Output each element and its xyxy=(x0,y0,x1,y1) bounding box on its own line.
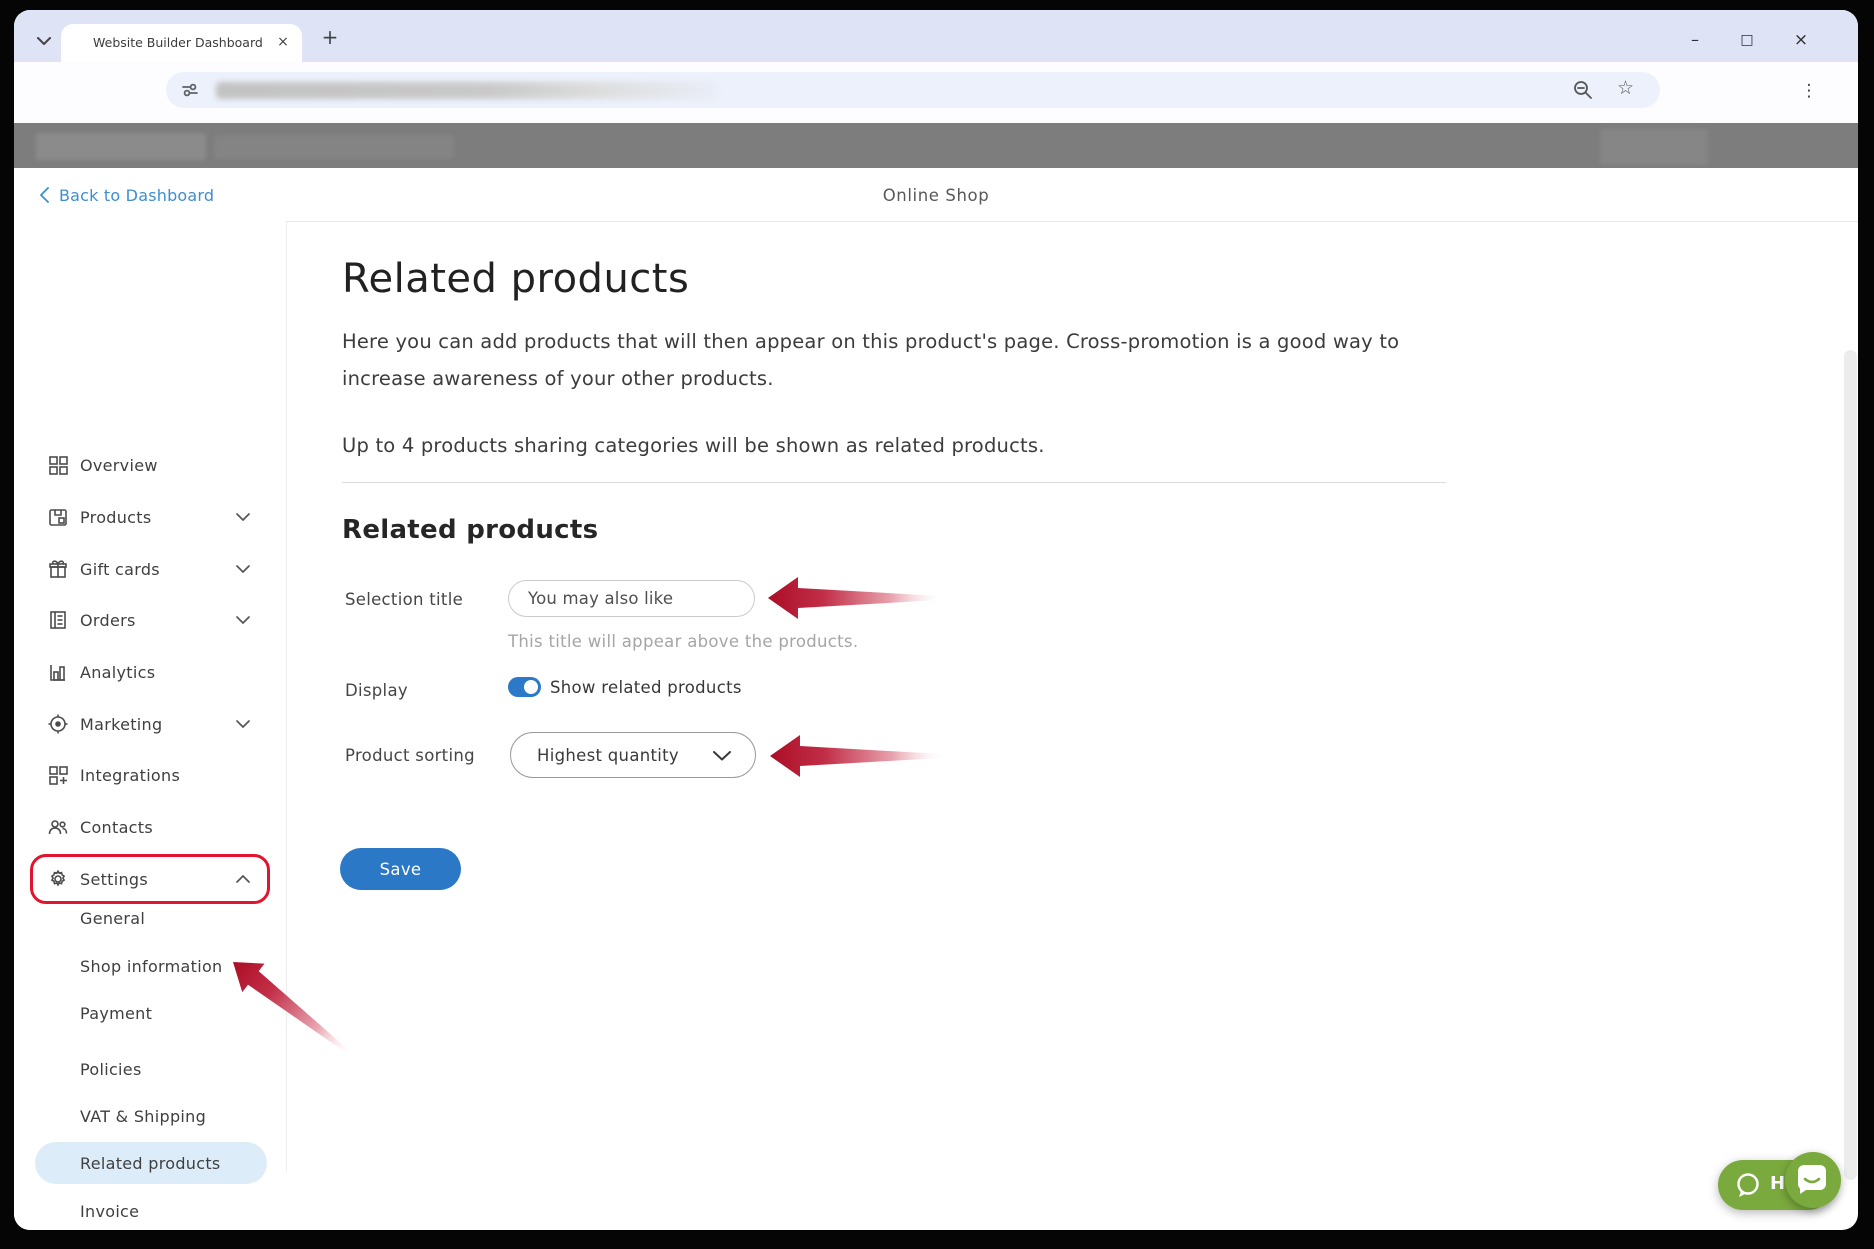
sidebar-item-general[interactable]: General xyxy=(14,900,287,936)
list-icon xyxy=(47,609,69,631)
tab-strip: Website Builder Dashboard × + – □ × xyxy=(14,10,1858,62)
package-icon xyxy=(47,506,69,528)
sidebar-item-overview[interactable]: Overview xyxy=(14,445,287,485)
browser-window: Website Builder Dashboard × + – □ × ← → … xyxy=(14,10,1858,1230)
toggle-knob xyxy=(524,680,538,694)
chevron-down-icon xyxy=(236,513,250,521)
bookmark-star-icon[interactable]: ☆ xyxy=(1617,77,1634,99)
sidebar-item-invoice[interactable]: Invoice xyxy=(14,1193,287,1229)
site-settings-icon[interactable] xyxy=(180,80,200,100)
new-tab-button[interactable]: + xyxy=(317,24,343,50)
display-label: Display xyxy=(345,681,408,700)
chevron-down-icon xyxy=(713,751,731,761)
grid-plus-icon xyxy=(47,764,69,786)
tab-title: Website Builder Dashboard xyxy=(93,35,263,50)
intro-paragraph-2: Up to 4 products sharing categories will… xyxy=(342,427,1412,464)
zoom-out-icon[interactable] xyxy=(1572,79,1594,101)
chevron-down-icon xyxy=(236,720,250,728)
window-close-button[interactable]: × xyxy=(1786,26,1816,54)
toggle-label: Show related products xyxy=(550,678,742,697)
blurred-url-text xyxy=(216,82,716,99)
sidebar-item-analytics[interactable]: Analytics xyxy=(14,652,287,692)
sidebar-item-integrations[interactable]: Integrations xyxy=(14,755,287,795)
intro-paragraph-1: Here you can add products that will then… xyxy=(342,323,1412,397)
tab-close-icon[interactable]: × xyxy=(274,33,292,51)
sidebar-item-settings[interactable]: Settings xyxy=(14,859,287,899)
sidebar-item-related-products[interactable]: Related products xyxy=(14,1145,287,1181)
tab-search-button[interactable] xyxy=(30,27,58,55)
kebab-menu-icon[interactable]: ⋮ xyxy=(1796,76,1822,106)
section-divider xyxy=(342,482,1446,483)
blurred-top-banner xyxy=(14,123,1858,168)
show-related-products-toggle[interactable] xyxy=(508,677,541,697)
page-title: Online Shop xyxy=(14,186,1858,205)
chat-smile-icon xyxy=(1796,1164,1830,1196)
chevron-down-icon xyxy=(37,37,51,45)
target-icon xyxy=(47,713,69,735)
blurred-banner-logo xyxy=(36,133,206,160)
people-icon xyxy=(47,816,69,838)
sidebar-item-payment[interactable]: Payment xyxy=(14,995,287,1031)
bar-chart-icon xyxy=(47,661,69,683)
chevron-down-icon xyxy=(236,565,250,573)
minimize-button[interactable]: – xyxy=(1680,26,1710,54)
product-sorting-select[interactable]: Highest quantity xyxy=(510,732,756,778)
selection-title-label: Selection title xyxy=(345,590,463,609)
gear-icon xyxy=(47,868,69,890)
sidebar-item-marketing[interactable]: Marketing xyxy=(14,704,287,744)
sidebar-item-gift-cards[interactable]: Gift cards xyxy=(14,549,287,589)
browser-tab[interactable]: Website Builder Dashboard × xyxy=(61,24,302,62)
selection-title-input[interactable] xyxy=(508,580,755,617)
chat-bubble-icon xyxy=(1734,1171,1762,1199)
maximize-button[interactable]: □ xyxy=(1732,26,1762,54)
sidebar-item-shop-information[interactable]: Shop information xyxy=(14,948,287,984)
product-sorting-value: Highest quantity xyxy=(537,746,679,765)
sidebar-item-orders[interactable]: Orders xyxy=(14,600,287,640)
blurred-banner-right xyxy=(1600,129,1708,165)
chevron-down-icon xyxy=(236,616,250,624)
save-button[interactable]: Save xyxy=(340,848,461,890)
browser-toolbar: ← → ↻ ☆ ⋮ xyxy=(14,62,1858,123)
sidebar: Overview Products Gift cards Orders Anal… xyxy=(14,221,287,1230)
section-title: Related products xyxy=(342,515,598,545)
annotation-arrow-selection-title xyxy=(768,576,948,620)
scrollbar-thumb[interactable] xyxy=(1844,350,1857,1180)
chat-launcher-button[interactable] xyxy=(1785,1152,1841,1208)
grid-icon xyxy=(47,454,69,476)
sidebar-item-contacts[interactable]: Contacts xyxy=(14,807,287,847)
selection-title-helper: This title will appear above the product… xyxy=(508,632,858,651)
chat-greeting-text: H xyxy=(1770,1173,1785,1194)
sidebar-divider xyxy=(286,221,287,1171)
chevron-up-icon xyxy=(236,875,250,883)
main-title: Related products xyxy=(342,256,689,302)
address-bar[interactable]: ☆ xyxy=(166,72,1660,108)
product-sorting-label: Product sorting xyxy=(345,746,475,765)
sidebar-item-products[interactable]: Products xyxy=(14,497,287,537)
page-header: Back to Dashboard Online Shop xyxy=(14,168,1858,222)
annotation-arrow-product-sorting xyxy=(770,734,950,778)
gift-icon xyxy=(47,558,69,580)
blurred-banner-item xyxy=(214,135,454,159)
sidebar-item-vat-shipping[interactable]: VAT & Shipping xyxy=(14,1098,287,1134)
sidebar-item-policies[interactable]: Policies xyxy=(14,1051,287,1087)
